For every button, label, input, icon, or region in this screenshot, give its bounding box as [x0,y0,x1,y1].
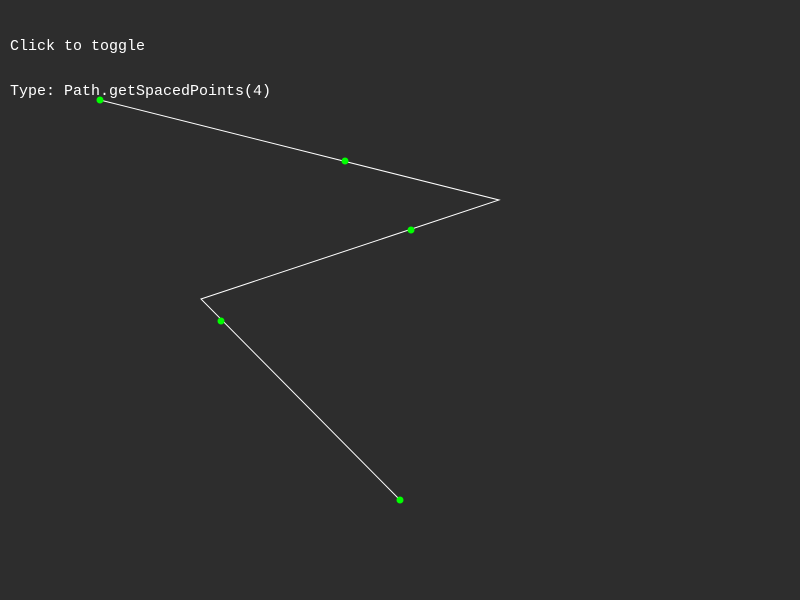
spaced-point [341,157,349,165]
spaced-point [396,496,404,504]
spaced-point [217,317,225,325]
demo-canvas[interactable]: Click to toggle Type: Path.getSpacedPoin… [0,0,800,600]
spaced-point [96,96,104,104]
spaced-point [407,226,415,234]
path-polyline [99,99,501,501]
path-drawing [96,96,501,504]
